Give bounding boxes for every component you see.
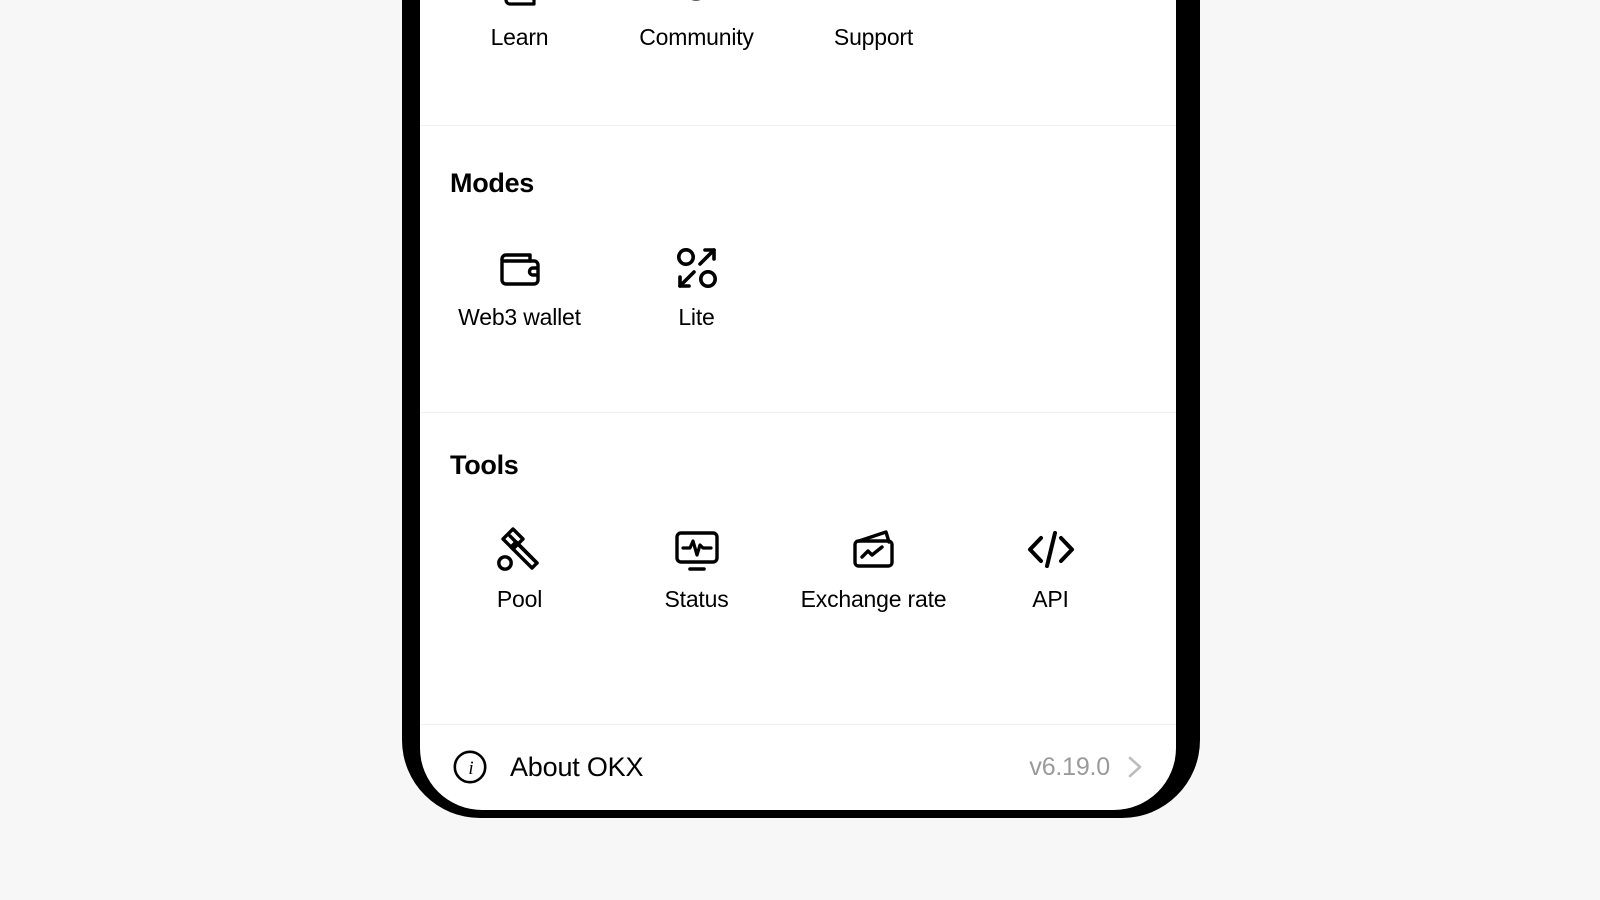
app-version-text: v6.19.0 [1029, 752, 1110, 781]
menu-item-label: Support [833, 24, 914, 50]
modes-section-title: Modes [450, 168, 535, 198]
menu-item-exchange-rate[interactable]: Exchange rate [785, 522, 962, 611]
menu-item-label: Web3 wallet [458, 304, 581, 330]
menu-item-lite[interactable]: Lite [608, 240, 785, 329]
menu-item-web3-wallet[interactable]: Web3 wallet [431, 240, 608, 329]
tools-section-grid: Pool Status Exchange rate API [420, 522, 1176, 611]
code-brackets-icon [1023, 522, 1079, 578]
tools-section-title: Tools [450, 450, 519, 480]
menu-item-learn[interactable]: Learn [431, 0, 608, 49]
rate-card-icon [846, 522, 902, 578]
menu-item-label: Lite [678, 304, 715, 330]
menu-item-label: Exchange rate [800, 586, 947, 612]
section-divider [420, 412, 1176, 413]
okx-lite-icon [669, 240, 725, 296]
hammer-icon [492, 522, 548, 578]
screenshot-root: Learn Community Support Modes Web3 walle… [0, 0, 1600, 900]
phone-screen: Learn Community Support Modes Web3 walle… [420, 0, 1176, 810]
headset-icon [846, 0, 902, 16]
monitor-pulse-icon [669, 522, 725, 578]
globe-icon [669, 0, 725, 16]
chevron-right-icon [1124, 754, 1146, 780]
section-divider [420, 125, 1176, 126]
menu-item-label: Pool [496, 586, 543, 612]
info-circle-icon: i [452, 749, 488, 785]
menu-item-api[interactable]: API [962, 522, 1139, 611]
menu-item-label: Status [664, 586, 729, 612]
menu-item-support[interactable]: Support [785, 0, 962, 49]
menu-item-label: Community [639, 24, 754, 50]
help-section-grid: Learn Community Support [420, 0, 1176, 49]
about-okx-label: About OKX [510, 751, 644, 782]
menu-item-community[interactable]: Community [608, 0, 785, 49]
app-screen-content: Learn Community Support Modes Web3 walle… [420, 0, 1176, 810]
menu-item-label: API [1032, 586, 1069, 612]
svg-text:i: i [468, 758, 473, 779]
menu-item-status[interactable]: Status [608, 522, 785, 611]
menu-item-label: Learn [490, 24, 549, 50]
about-okx-row[interactable]: i About OKX v6.19.0 [420, 724, 1176, 810]
menu-item-pool[interactable]: Pool [431, 522, 608, 611]
wallet-icon [492, 240, 548, 296]
book-icon [492, 0, 548, 16]
modes-section-grid: Web3 wallet Lite [420, 240, 1176, 329]
